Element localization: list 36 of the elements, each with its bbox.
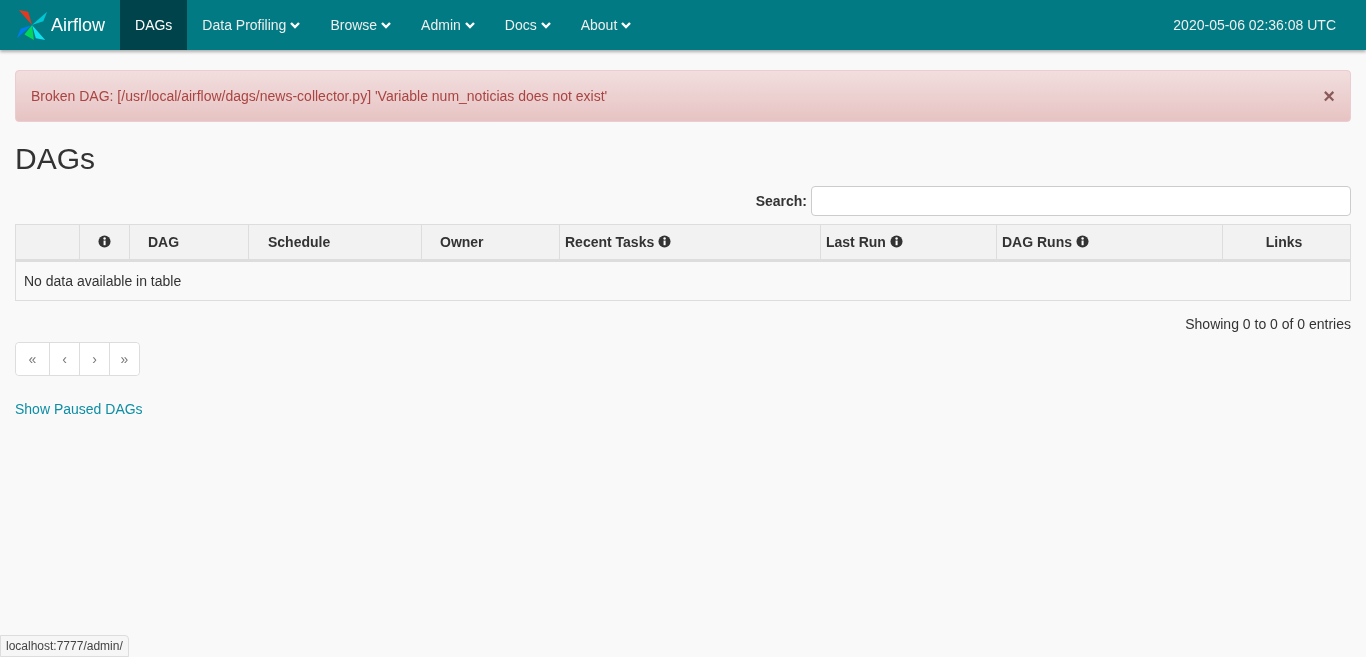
info-icon bbox=[97, 235, 111, 248]
column-header[interactable]: Schedule bbox=[248, 224, 422, 261]
info-icon bbox=[658, 235, 672, 248]
entries-info: Showing 0 to 0 of 0 entries bbox=[1185, 316, 1351, 332]
nav-menu-item[interactable]: DAGs bbox=[120, 0, 188, 50]
info-icon bbox=[889, 235, 903, 248]
pinwheel-logo-icon bbox=[15, 8, 49, 42]
chevron-down-icon bbox=[464, 21, 475, 29]
empty-table-message: No data available in table bbox=[15, 260, 1351, 301]
column-header[interactable]: Last Run bbox=[820, 224, 997, 261]
nav-menu-item[interactable]: Data Profiling bbox=[187, 0, 316, 50]
page-title: DAGs bbox=[15, 142, 96, 176]
nav-menu-item[interactable]: Admin bbox=[406, 0, 490, 50]
column-header[interactable]: DAG Runs bbox=[996, 224, 1223, 261]
search-label: Search: bbox=[755, 193, 807, 209]
info-icon bbox=[1076, 235, 1089, 248]
alert-message: Broken DAG: [/usr/local/airflow/dags/news-collector.py] 'Variable num_noticias does not exist' bbox=[31, 88, 608, 104]
nav-menu-item[interactable]: About bbox=[565, 0, 647, 50]
chevron-down-icon bbox=[540, 21, 551, 29]
chevron-down-icon bbox=[381, 21, 392, 29]
chevron-down-icon bbox=[290, 21, 301, 29]
column-header[interactable]: Links bbox=[1222, 224, 1351, 261]
pagination-button[interactable]: » bbox=[109, 343, 139, 375]
show-paused-link[interactable]: Show Paused DAGs bbox=[15, 401, 143, 417]
clock-text: 2020-05-06 02:36:08 UTC bbox=[1173, 17, 1337, 33]
column-header[interactable]: Recent Tasks bbox=[559, 224, 821, 261]
search-field[interactable] bbox=[811, 186, 1351, 216]
column-header[interactable]: DAG bbox=[129, 224, 249, 261]
nav-menu-item[interactable]: Docs bbox=[489, 0, 566, 50]
column-header[interactable]: Owner bbox=[421, 224, 560, 261]
column-header[interactable] bbox=[79, 224, 130, 261]
chevron-down-icon bbox=[621, 21, 632, 29]
status-url: localhost:7777/admin/ bbox=[0, 635, 129, 657]
close-button[interactable]: × bbox=[1323, 84, 1335, 108]
nav-menu-item[interactable]: Browse bbox=[315, 0, 407, 50]
brand-link[interactable]: Airflow bbox=[0, 0, 120, 50]
